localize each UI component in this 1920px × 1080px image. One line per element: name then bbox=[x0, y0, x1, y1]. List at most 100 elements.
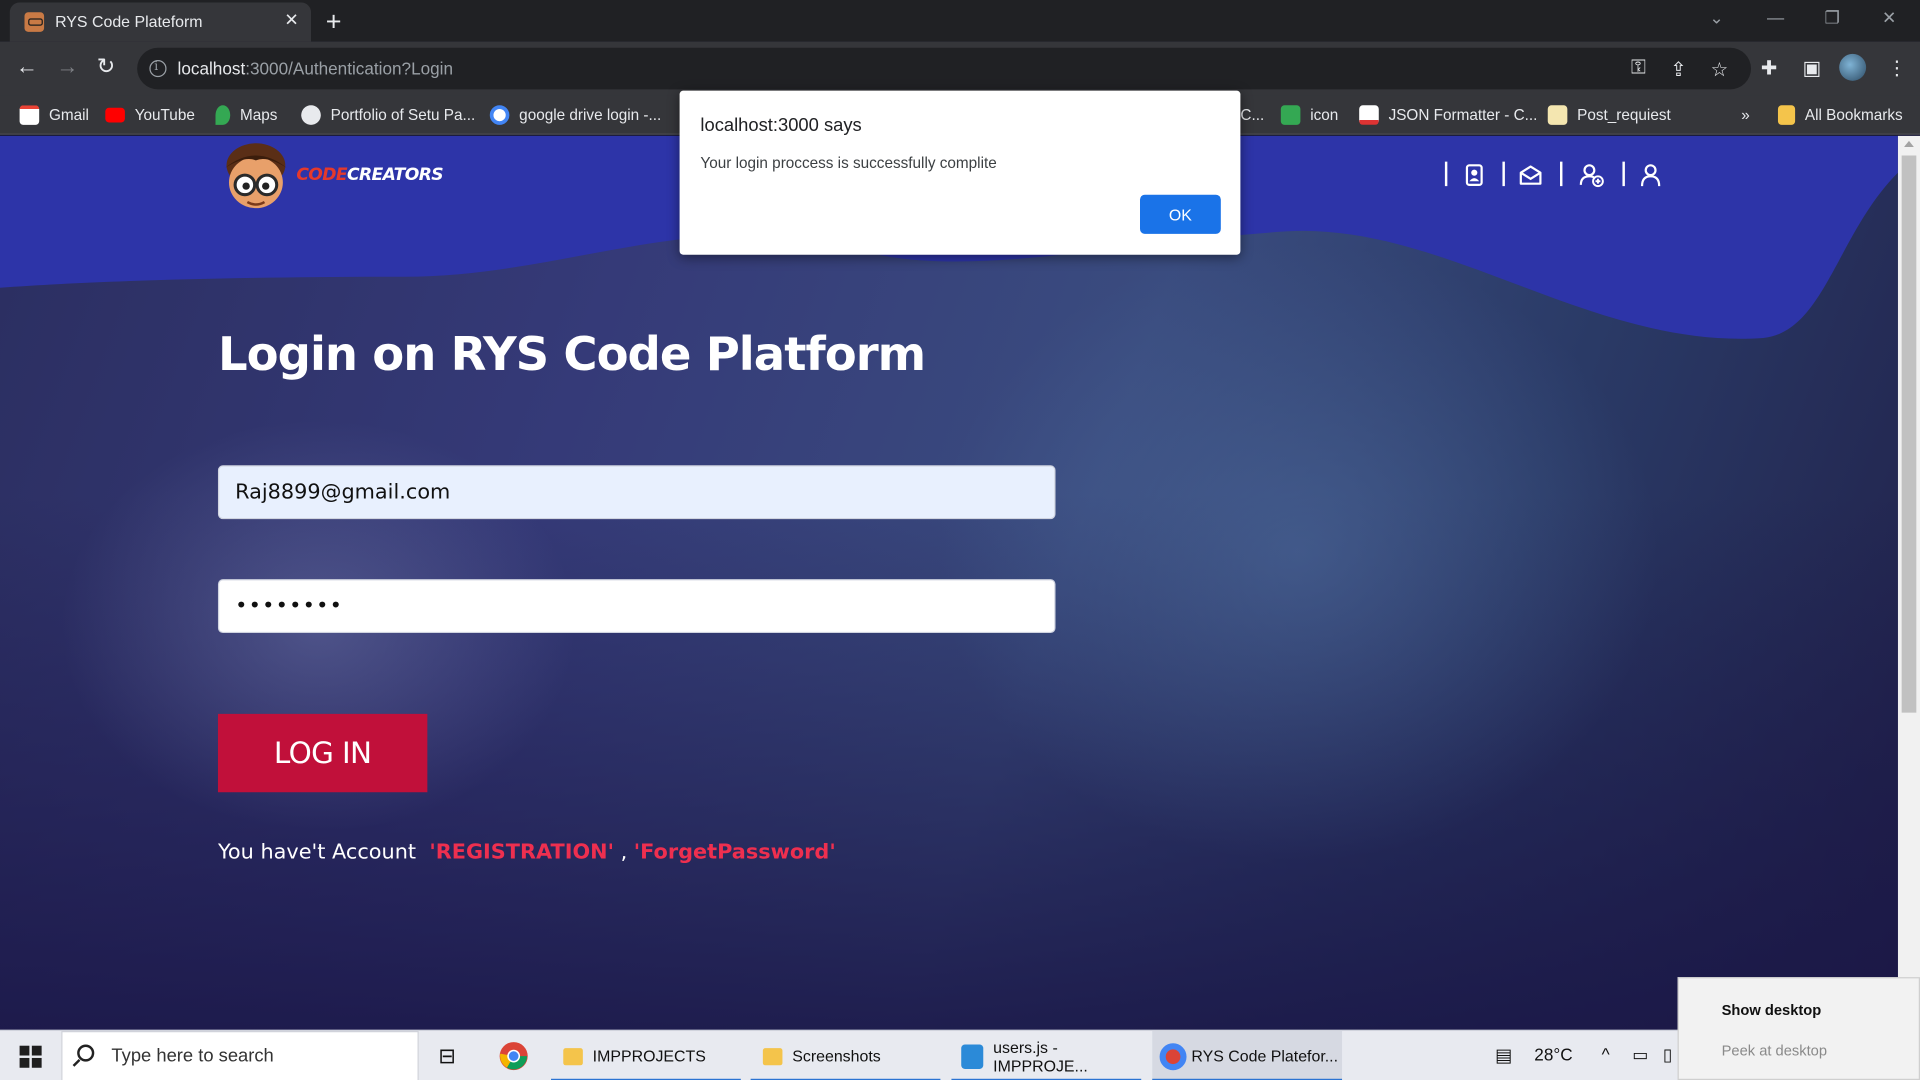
contact-book-icon[interactable] bbox=[1462, 163, 1486, 187]
task-view-icon[interactable]: ⊟ bbox=[438, 1044, 455, 1068]
extensions-icon[interactable]: ✚ bbox=[1761, 56, 1777, 80]
network-icon[interactable]: ▯ bbox=[1663, 1044, 1672, 1065]
forward-icon[interactable]: → bbox=[56, 54, 78, 80]
minimize-icon[interactable]: — bbox=[1767, 7, 1784, 27]
bookmark-label: google drive login -... bbox=[519, 106, 662, 124]
vscode-icon bbox=[961, 1043, 984, 1069]
url-text: localhost:3000/Authentication?Login bbox=[177, 58, 454, 79]
header-divider bbox=[1622, 161, 1625, 187]
site-favicon-icon bbox=[24, 12, 45, 32]
browser-tab-strip: RYS Code Plateform ✕ + ⌄ — ❐ ✕ bbox=[0, 0, 1920, 42]
back-icon[interactable]: ← bbox=[16, 54, 38, 80]
ok-button[interactable]: OK bbox=[1140, 194, 1221, 234]
site-info-icon[interactable] bbox=[149, 60, 167, 78]
mail-icon[interactable] bbox=[1518, 163, 1542, 187]
header-divider bbox=[1444, 161, 1447, 187]
side-panel-icon[interactable]: ▣ bbox=[1802, 56, 1821, 80]
taskbar-item-label: RYS Code Platefor... bbox=[1191, 1046, 1339, 1066]
registration-link[interactable]: 'REGISTRATION' bbox=[429, 840, 614, 864]
folder-icon bbox=[762, 1047, 783, 1065]
bookmark-post-request[interactable]: Post_requiest bbox=[1547, 103, 1671, 127]
weather-icon[interactable]: ▤ bbox=[1495, 1044, 1512, 1067]
bookmarks-overflow-icon[interactable]: » bbox=[1741, 103, 1750, 127]
password-key-icon[interactable]: ⚿ bbox=[1631, 58, 1646, 80]
bookmark-truncated[interactable]: C... bbox=[1240, 103, 1264, 127]
bookmark-label: Portfolio of Setu Pa... bbox=[330, 106, 476, 124]
globe-icon bbox=[301, 105, 321, 125]
temperature-label[interactable]: 28°C bbox=[1534, 1044, 1572, 1064]
bookmark-star-icon[interactable]: ☆ bbox=[1711, 58, 1729, 82]
new-tab-icon[interactable]: + bbox=[326, 6, 342, 38]
taskbar-item-vscode[interactable]: users.js - IMPPROJE... bbox=[951, 1031, 1142, 1080]
taskbar-item-impprojects[interactable]: IMPPROJECTS bbox=[551, 1031, 741, 1080]
folder-icon bbox=[563, 1047, 583, 1065]
show-desktop-option[interactable]: Show desktop bbox=[1722, 1002, 1822, 1019]
header-divider bbox=[1560, 161, 1562, 187]
bookmark-label: JSON Formatter - C... bbox=[1388, 106, 1538, 124]
no-account-text: You have't Account bbox=[217, 840, 417, 865]
links-separator: , bbox=[620, 840, 628, 865]
battery-icon[interactable]: ▭ bbox=[1632, 1044, 1648, 1065]
peek-at-desktop-option[interactable]: Peek at desktop bbox=[1722, 1042, 1827, 1059]
overflow-label: » bbox=[1741, 106, 1750, 124]
codecreators-logo[interactable]: CODECREATORS bbox=[218, 138, 444, 211]
scroll-up-arrow-icon[interactable] bbox=[1904, 140, 1914, 147]
all-bookmarks[interactable]: All Bookmarks bbox=[1777, 103, 1903, 127]
bookmark-maps[interactable]: Maps bbox=[215, 103, 277, 127]
bookmark-google-drive[interactable]: google drive login -... bbox=[489, 103, 662, 127]
search-placeholder: Type here to search bbox=[111, 1045, 274, 1067]
bookmark-icon-site[interactable]: icon bbox=[1280, 103, 1338, 127]
forget-password-link[interactable]: 'ForgetPassword' bbox=[634, 840, 836, 864]
close-window-icon[interactable]: ✕ bbox=[1882, 7, 1896, 28]
sheets-icon bbox=[1280, 105, 1301, 125]
gmail-icon bbox=[19, 105, 40, 125]
dialog-title: localhost:3000 says bbox=[700, 115, 862, 136]
bookmark-youtube[interactable]: YouTube bbox=[105, 103, 195, 127]
chrome-icon bbox=[1159, 1042, 1187, 1070]
dialog-message: Your login proccess is successfully comp… bbox=[700, 154, 997, 172]
browser-toolbar: ← → ↻ localhost:3000/Authentication?Logi… bbox=[0, 41, 1920, 96]
folder-icon bbox=[1777, 105, 1796, 125]
password-field[interactable]: •••••••• bbox=[217, 579, 1056, 634]
scrollbar-thumb[interactable] bbox=[1901, 155, 1917, 713]
reload-icon[interactable]: ↻ bbox=[97, 54, 115, 80]
taskbar-item-label: IMPPROJECTS bbox=[592, 1046, 706, 1066]
logo-mascot-icon bbox=[225, 143, 287, 209]
browser-tab[interactable]: RYS Code Plateform ✕ bbox=[9, 2, 312, 42]
restore-icon[interactable]: ❐ bbox=[1824, 7, 1839, 28]
show-desktop-flyout: Show desktop Peek at desktop bbox=[1677, 977, 1920, 1080]
logo-wordmark: CODECREATORS bbox=[296, 165, 444, 185]
windows-start-icon[interactable] bbox=[19, 1045, 42, 1068]
bookmark-gmail[interactable]: Gmail bbox=[19, 103, 89, 127]
add-user-icon[interactable] bbox=[1579, 163, 1604, 188]
taskbar-search[interactable]: Type here to search bbox=[61, 1031, 419, 1080]
tray-chevron-icon[interactable]: ^ bbox=[1602, 1044, 1610, 1064]
youtube-icon bbox=[105, 107, 125, 123]
chrome-icon[interactable] bbox=[498, 1041, 529, 1072]
page-scrollbar[interactable] bbox=[1897, 135, 1920, 1030]
taskbar-item-chrome[interactable]: RYS Code Platefor... bbox=[1152, 1031, 1343, 1080]
email-field[interactable]: Raj8899@gmail.com bbox=[217, 465, 1056, 520]
login-button[interactable]: LOG IN bbox=[217, 713, 428, 793]
address-bar[interactable]: localhost:3000/Authentication?Login ⚿ ⇪ … bbox=[137, 47, 1752, 90]
bookmark-json-formatter[interactable]: JSON Formatter - C... bbox=[1359, 103, 1537, 127]
profile-avatar-icon[interactable] bbox=[1839, 53, 1867, 81]
share-icon[interactable]: ⇪ bbox=[1670, 58, 1686, 82]
login-page: CODECREATORS Login on RYS Code Platform … bbox=[0, 135, 1898, 1030]
bookmark-portfolio[interactable]: Portfolio of Setu Pa... bbox=[301, 103, 475, 127]
alert-dialog: localhost:3000 says Your login proccess … bbox=[679, 90, 1241, 255]
taskbar-item-screenshots[interactable]: Screenshots bbox=[750, 1031, 941, 1080]
postman-icon bbox=[1547, 105, 1568, 125]
bookmark-label: Gmail bbox=[48, 106, 89, 124]
windows-taskbar: Type here to search ⊟ IMPPROJECTS Screen… bbox=[0, 1029, 1920, 1080]
tab-close-icon[interactable]: ✕ bbox=[284, 10, 298, 31]
user-icon[interactable] bbox=[1638, 163, 1662, 187]
menu-kebab-icon[interactable]: ⋮ bbox=[1887, 56, 1907, 80]
all-bookmarks-label: All Bookmarks bbox=[1804, 106, 1903, 124]
search-icon bbox=[77, 1044, 95, 1062]
header-divider bbox=[1502, 161, 1505, 187]
bookmark-label: C... bbox=[1240, 106, 1265, 124]
taskbar-item-label: Screenshots bbox=[792, 1046, 881, 1066]
tab-search-icon[interactable]: ⌄ bbox=[1709, 7, 1723, 28]
account-links: You have't Account 'REGISTRATION' , 'For… bbox=[218, 840, 836, 864]
